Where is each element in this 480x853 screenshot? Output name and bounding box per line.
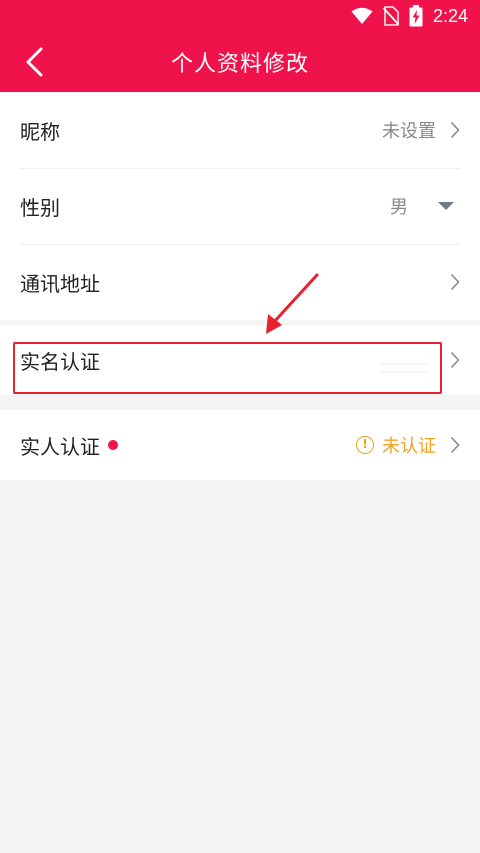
address-row[interactable]: 通讯地址: [0, 244, 480, 320]
real-name-row[interactable]: 实名认证: [0, 325, 480, 395]
chevron-right-icon: [450, 121, 460, 139]
verification-status-text: 未认证: [382, 436, 436, 457]
real-person-right: ! 未认证: [356, 432, 460, 458]
real-person-group: 实人认证 ! 未认证: [0, 410, 480, 480]
header: 个人资料修改: [0, 32, 480, 92]
app: 2:24 个人资料修改 昵称 未设置 性别 男 通讯地址 实名认证 实人认证 !…: [0, 0, 480, 853]
address-label: 通讯地址: [20, 271, 100, 296]
battery-charging-icon: [409, 5, 423, 27]
caret-down-icon[interactable]: [438, 202, 454, 210]
address-right: [450, 273, 460, 291]
chevron-right-icon: [450, 273, 460, 291]
profile-group: 昵称 未设置 性别 男 通讯地址: [0, 92, 480, 320]
status-time: 2:24: [432, 5, 468, 26]
no-sim-icon: [382, 6, 399, 26]
back-button[interactable]: [14, 42, 54, 82]
real-person-row[interactable]: 实人认证 ! 未认证: [0, 410, 480, 480]
wifi-icon: [351, 7, 373, 24]
page-title: 个人资料修改: [170, 52, 309, 77]
chevron-left-icon: [26, 47, 43, 77]
real-name-label: 实名认证: [20, 349, 100, 374]
gender-value: 男: [390, 197, 408, 218]
gender-label: 性别: [20, 195, 60, 220]
verification-status: ! 未认证: [356, 432, 436, 458]
gender-right: 男: [390, 193, 460, 219]
nickname-label: 昵称: [20, 119, 60, 144]
chevron-right-icon: [450, 351, 460, 369]
warning-circle-icon: !: [356, 436, 374, 454]
real-person-label: 实人认证: [20, 434, 100, 459]
nickname-value: 未设置: [382, 121, 436, 142]
nickname-right: 未设置: [382, 117, 460, 143]
nickname-row[interactable]: 昵称 未设置: [0, 92, 480, 168]
real-name-group: 实名认证: [0, 325, 480, 395]
status-bar: 2:24: [0, 0, 480, 32]
notification-dot: [108, 440, 118, 450]
gender-row[interactable]: 性别 男: [0, 168, 480, 244]
chevron-right-icon: [450, 436, 460, 454]
real-name-right: [450, 351, 460, 369]
